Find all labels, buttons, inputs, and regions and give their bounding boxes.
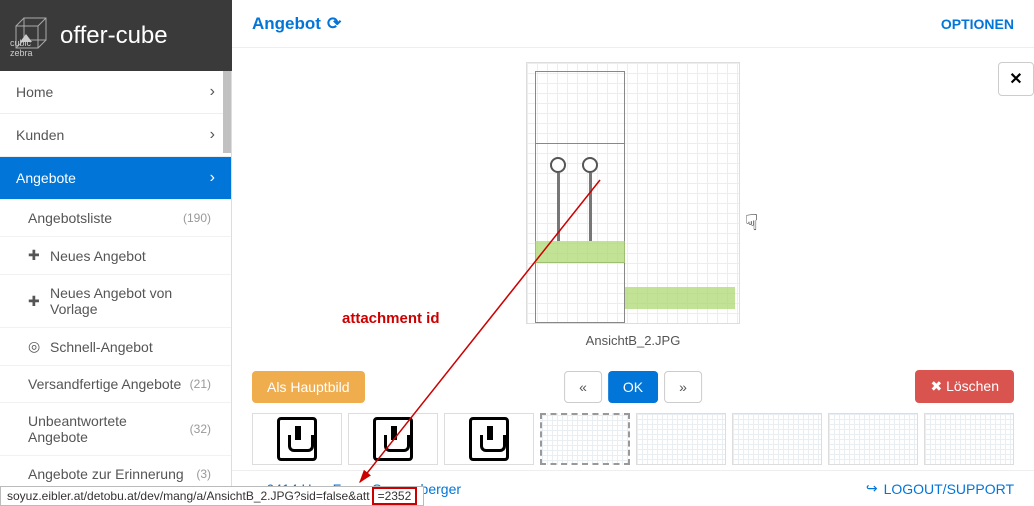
prev-button[interactable]: « [564,371,602,403]
nav-group: « OK » [564,371,702,403]
sidebar-scroll[interactable]: Home › Kunden › Angebote › Angebotsliste… [0,71,232,506]
next-button[interactable]: » [664,371,702,403]
preview-caption: AnsichtB_2.JPG [252,333,1014,348]
thumbnail-strip [252,413,1014,465]
subitem-label: Neues Angebot von Vorlage [50,285,211,317]
subitem-unbeantwortete[interactable]: Unbeantwortete Angebote (32) [0,403,231,456]
page-title-group: Angebot ⟳ [252,14,341,34]
annotation-label: attachment id [342,310,440,327]
thumb-image[interactable] [828,413,918,465]
plus-icon: ✚ [28,293,42,310]
status-url-prefix: soyuz.eibler.at/detobu.at/dev/mang/a/Ans… [7,489,370,503]
brand-logo: cubic zebra [10,14,54,58]
action-row: Als Hauptbild « OK » ✖ Löschen [252,370,1014,403]
status-url-highlight: =2352 [372,487,418,505]
subitem-versandfertige[interactable]: Versandfertige Angebote (21) [0,366,231,403]
subitem-angebotsliste[interactable]: Angebotsliste (190) [0,200,231,237]
brand-bar: cubic zebra offer-cube [0,0,232,71]
subitem-schnell-angebot[interactable]: ◎ Schnell-Angebot [0,328,231,366]
subitem-count: (190) [183,211,211,225]
pdf-icon [469,417,509,461]
main-image-button[interactable]: Als Hauptbild [252,371,365,403]
thumb-image[interactable] [732,413,822,465]
options-button[interactable]: OPTIONEN [941,16,1014,32]
main: Angebot ⟳ OPTIONEN ✕ ☟ [232,0,1034,506]
page-title: Angebot [252,14,321,34]
nav-label: Home [16,84,53,100]
nav-label: Angebote [16,170,76,186]
brand-name: offer-cube [60,24,168,48]
subitem-count: (21) [190,377,211,391]
cursor-pointer-icon: ☟ [745,210,758,236]
refresh-icon[interactable]: ⟳ [327,14,341,34]
nav-label: Kunden [16,127,64,143]
target-icon: ◎ [28,338,42,355]
subitem-label: Versandfertige Angebote [28,376,190,392]
ok-button[interactable]: OK [608,371,658,403]
subitem-label: Angebotsliste [28,210,183,226]
chevron-right-icon: › [210,83,215,101]
delete-icon: ✖ [930,378,946,394]
subitem-label: Neues Angebot [50,248,211,264]
plus-icon: ✚ [28,247,42,264]
preview-image[interactable] [526,62,740,324]
footer-logout-link[interactable]: ↪ LOGOUT/SUPPORT [866,480,1014,497]
subitem-count: (3) [196,467,211,481]
subitem-label: Unbeantwortete Angebote [28,413,190,445]
nav-item-home[interactable]: Home › [0,71,231,114]
brand-vendor: cubic zebra [10,38,54,58]
preview-wrap: ☟ AnsichtB_2.JPG [252,58,1014,348]
pdf-icon [277,417,317,461]
pdf-icon [373,417,413,461]
thumb-image-selected[interactable] [540,413,630,465]
subitem-neues-angebot[interactable]: ✚ Neues Angebot [0,237,231,275]
thumb-pdf[interactable] [252,413,342,465]
chevron-right-icon: › [210,169,215,187]
subitem-label: Schnell-Angebot [50,339,211,355]
sidebar: cubic zebra offer-cube Home › Kunden › A… [0,0,232,506]
chevron-right-icon: › [210,126,215,144]
footer-logout-label: LOGOUT/SUPPORT [884,481,1014,497]
nav-item-angebote[interactable]: Angebote › [0,157,231,200]
subitem-label: Angebote zur Erinnerung [28,466,196,482]
delete-label: Löschen [946,378,999,394]
subitem-neues-angebot-vorlage[interactable]: ✚ Neues Angebot von Vorlage [0,275,231,328]
content: ✕ ☟ AnsichtB_2.JPG Als Hauptbild [232,48,1034,470]
thumb-image[interactable] [636,413,726,465]
thumb-image[interactable] [924,413,1014,465]
thumb-pdf[interactable] [444,413,534,465]
thumb-pdf[interactable] [348,413,438,465]
sidebar-scrollbar[interactable] [223,71,231,153]
logout-icon: ↪ [866,480,878,497]
topbar: Angebot ⟳ OPTIONEN [232,0,1034,48]
status-url-tooltip: soyuz.eibler.at/detobu.at/dev/mang/a/Ans… [0,486,424,506]
nav-item-kunden[interactable]: Kunden › [0,114,231,157]
subitem-count: (32) [190,422,211,436]
delete-button[interactable]: ✖ Löschen [915,370,1014,403]
